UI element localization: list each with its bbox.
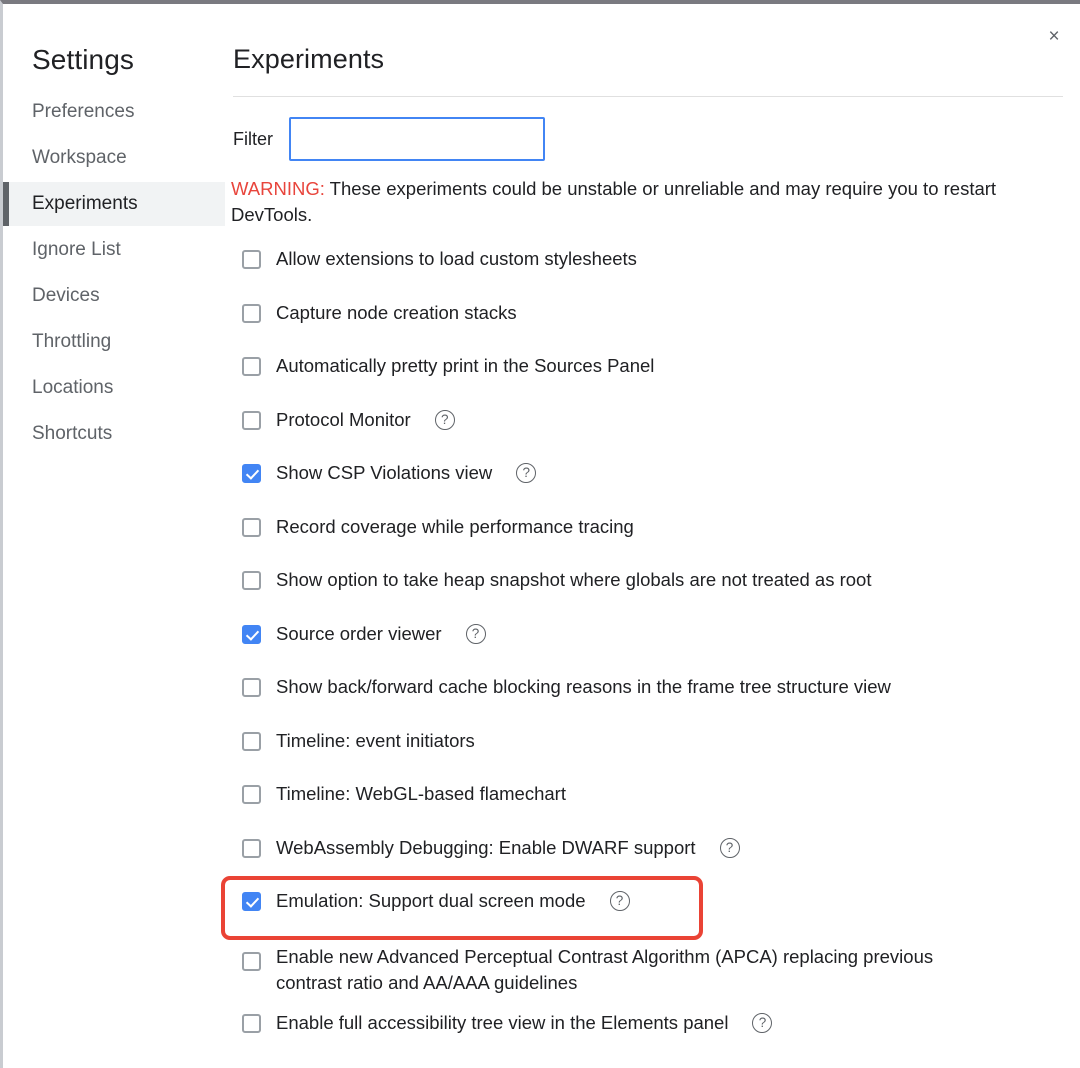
experiment-label: Show back/forward cache blocking reasons… [276, 676, 891, 697]
sidebar-item-preferences[interactable]: Preferences [3, 90, 225, 134]
experiment-row[interactable]: Protocol Monitor? [231, 405, 1077, 459]
experiment-checkbox[interactable] [242, 678, 261, 697]
help-icon[interactable]: ? [609, 891, 630, 911]
pane-title: Experiments [233, 44, 385, 74]
experiment-row[interactable]: Source order viewer? [231, 619, 1077, 673]
experiment-checkbox[interactable] [242, 624, 261, 644]
help-icon[interactable]: ? [434, 409, 455, 430]
experiment-row[interactable]: Show CSP Violations view? [231, 458, 1077, 512]
settings-sidebar: Settings Preferences Workspace Experiments… [3, 4, 225, 1068]
experiment-checkbox[interactable] [242, 785, 261, 804]
experiment-checkbox[interactable] [242, 951, 261, 971]
experiment-row[interactable]: Automatically pretty print in the Source… [231, 351, 1077, 405]
experiment-row[interactable]: WebAssembly Debugging: Enable DWARF supp… [231, 833, 1077, 887]
experiment-checkbox[interactable] [242, 410, 261, 430]
help-icon[interactable]: ? [752, 1012, 773, 1033]
experiment-label: Enable new Advanced Perceptual Contrast … [276, 945, 934, 993]
experiment-checkbox[interactable] [242, 571, 261, 590]
sidebar-item-label: Shortcuts [32, 423, 113, 444]
warning-text: These experiments could be unstable or u… [231, 178, 997, 225]
sidebar-item-label: Ignore List [32, 239, 121, 260]
experiment-row[interactable]: Show back/forward cache blocking reasons… [231, 672, 1077, 726]
sidebar-item-devices[interactable]: Devices [3, 274, 225, 318]
experiment-checkbox[interactable] [242, 517, 261, 537]
experiment-label: Emulation: Support dual screen mode [276, 890, 586, 911]
sidebar-item-ignore-list[interactable]: Ignore List [3, 228, 225, 272]
experiment-row[interactable]: Record coverage while performance tracin… [231, 512, 1077, 566]
experiment-checkbox[interactable] [242, 464, 261, 483]
filter-input[interactable] [289, 117, 545, 161]
experiment-label: WebAssembly Debugging: Enable DWARF supp… [276, 836, 696, 858]
sidebar-item-shortcuts[interactable]: Shortcuts [3, 412, 225, 456]
sidebar-item-label: Preferences [32, 101, 135, 122]
help-icon[interactable]: ? [719, 837, 740, 858]
settings-dialog: × Settings Preferences Workspace Experimen… [0, 0, 1080, 1068]
experiment-label: Allow extensions to load custom styleshe… [276, 248, 637, 269]
filter-label: Filter [233, 128, 273, 149]
sidebar-item-experiments[interactable]: Experiments [3, 182, 225, 226]
experiment-checkbox[interactable] [242, 838, 261, 858]
sidebar-item-label: Experiments [32, 193, 138, 214]
sidebar-item-workspace[interactable]: Workspace [3, 136, 225, 180]
warning-tag: WARNING: [231, 178, 325, 199]
sidebar-item-locations[interactable]: Locations [3, 366, 225, 410]
page-title: Settings [32, 44, 134, 75]
experiments-pane: Experiments Filter WARNING: These experi… [225, 4, 1080, 1068]
sidebar-item-throttling[interactable]: Throttling [3, 320, 225, 364]
sidebar-item-label: Devices [32, 285, 100, 306]
sidebar-item-label: Locations [32, 377, 114, 398]
experiment-row[interactable]: Allow extensions to load custom styleshe… [231, 244, 1077, 298]
experiment-checkbox[interactable] [242, 303, 261, 323]
title-divider [233, 96, 1063, 97]
experiment-label: Protocol Monitor [276, 408, 411, 430]
experiment-label: Timeline: WebGL-based flamechart [276, 783, 566, 804]
experiment-row[interactable]: Timeline: WebGL-based flamechart [231, 779, 1077, 833]
experiment-label: Source order viewer [276, 622, 442, 644]
experiment-label: Show option to take heap snapshot where … [276, 569, 872, 590]
warning-message: WARNING: These experiments could be unst… [231, 176, 1031, 228]
experiment-label: Record coverage while performance tracin… [276, 515, 634, 537]
sidebar-item-label: Throttling [32, 331, 112, 352]
experiment-row[interactable]: Show option to take heap snapshot where … [231, 565, 1077, 619]
experiment-checkbox[interactable] [242, 357, 261, 376]
experiment-label: Enable full accessibility tree view in t… [276, 1011, 729, 1033]
help-icon[interactable]: ? [465, 623, 486, 644]
experiment-checkbox[interactable] [242, 892, 261, 911]
experiment-label: Show CSP Violations view [276, 462, 493, 483]
experiment-checkbox[interactable] [242, 250, 261, 269]
experiment-label: Capture node creation stacks [276, 301, 517, 323]
experiment-checkbox[interactable] [242, 731, 261, 751]
experiment-row[interactable]: Emulation: Support dual screen mode? [231, 886, 1077, 940]
experiment-row[interactable]: Timeline: event initiators [231, 726, 1077, 780]
experiments-list: Allow extensions to load custom styleshe… [231, 244, 1077, 1061]
experiment-label: Timeline: event initiators [276, 729, 475, 751]
experiment-row[interactable]: Capture node creation stacks [231, 298, 1077, 352]
help-icon[interactable]: ? [516, 463, 537, 483]
experiment-row[interactable]: Enable full accessibility tree view in t… [231, 1008, 1077, 1062]
experiment-row[interactable]: Enable new Advanced Perceptual Contrast … [231, 940, 1077, 1008]
filter-row: Filter [233, 117, 545, 161]
experiment-label: Automatically pretty print in the Source… [276, 355, 655, 376]
sidebar-item-label: Workspace [32, 147, 127, 168]
experiment-checkbox[interactable] [242, 1013, 261, 1033]
